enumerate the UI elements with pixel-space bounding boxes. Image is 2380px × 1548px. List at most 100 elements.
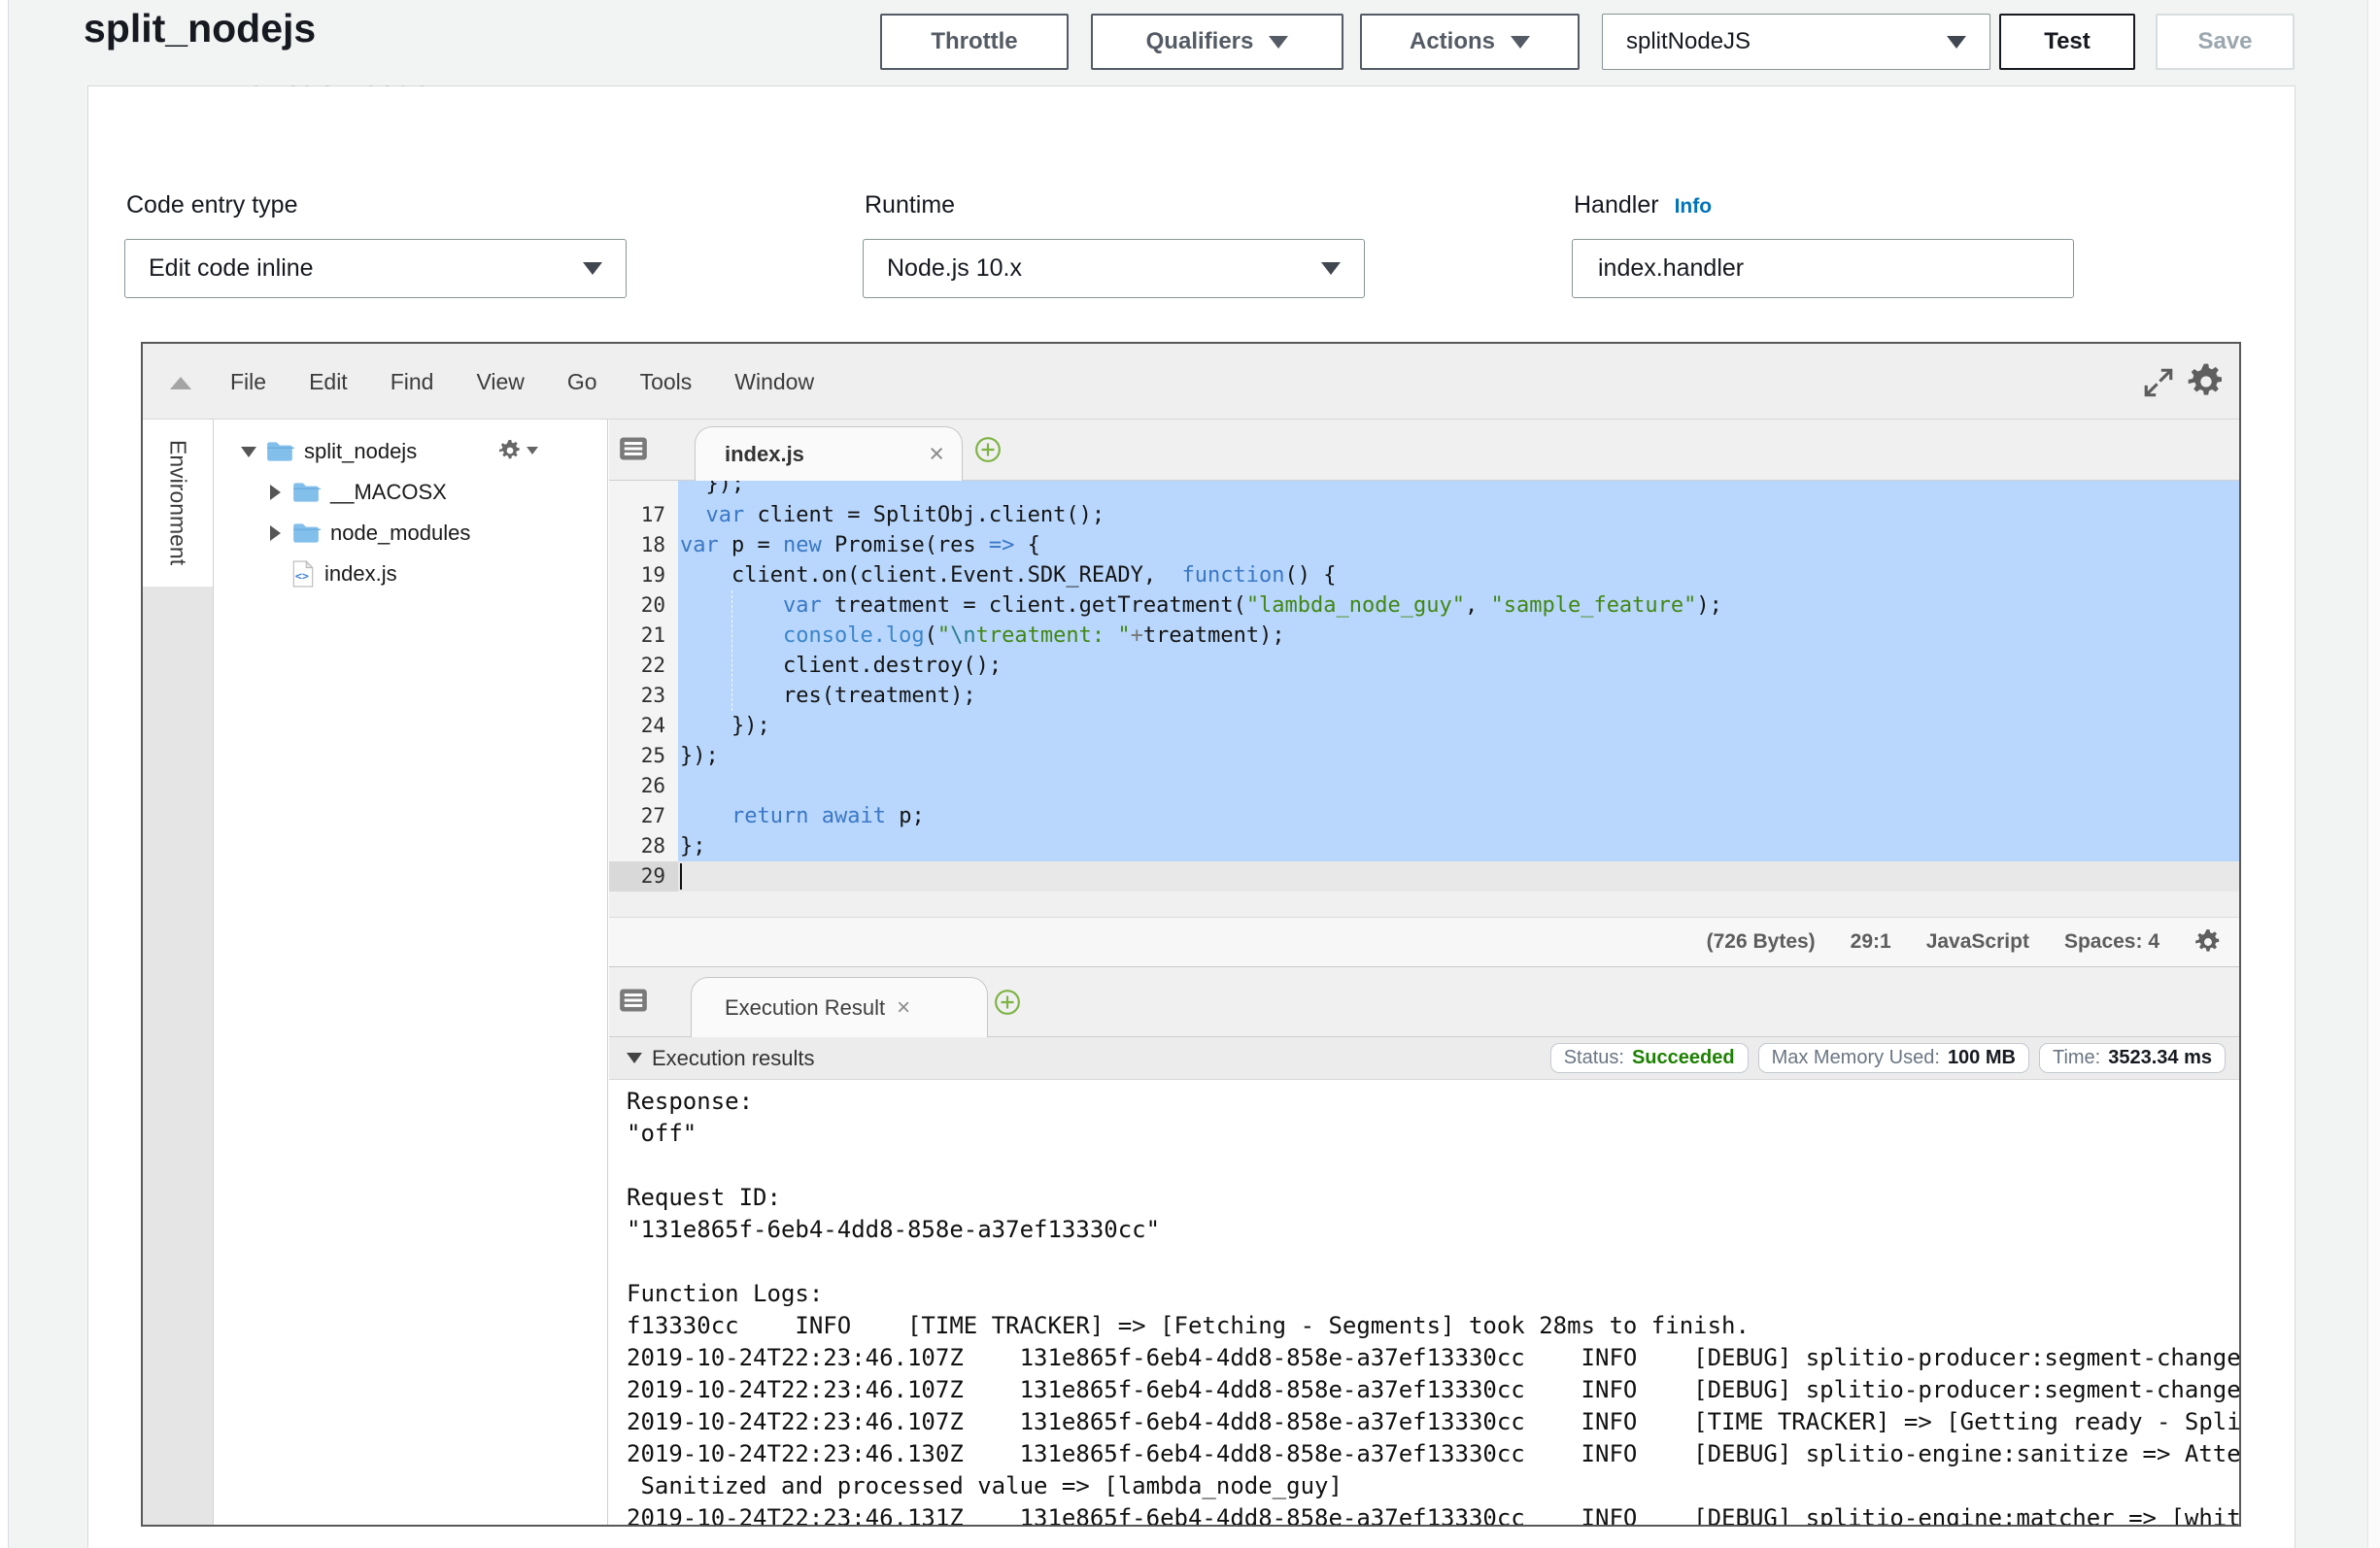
code-entry-type-select[interactable]: Edit code inline [124, 239, 627, 298]
close-icon[interactable]: × [897, 996, 910, 1020]
menu-item-window[interactable]: Window [732, 369, 816, 395]
tree-item-split-nodejs[interactable]: split_nodejs [215, 431, 607, 472]
test-button[interactable]: Test [1999, 14, 2135, 70]
code-line-18[interactable]: 18var p = new Promise(res => { [609, 530, 2239, 560]
line-number: 26 [609, 771, 678, 801]
code-line-content: client.destroy(); [678, 651, 2239, 681]
menu-item-view[interactable]: View [474, 369, 526, 395]
new-tab-icon[interactable] [974, 436, 1002, 463]
qualifiers-label: Qualifiers [1146, 28, 1254, 55]
code-line-content: }; [678, 831, 2239, 861]
editor-statusbar: (726 Bytes) 29:1 JavaScript Spaces: 4 [609, 917, 2239, 966]
runtime-value: Node.js 10.x [887, 254, 1022, 283]
code-line-23[interactable]: 23 res(treatment); [609, 681, 2239, 711]
code-line-content: var p = new Promise(res => { [678, 530, 2239, 560]
menu-item-edit[interactable]: Edit [307, 369, 350, 395]
test-label: Test [2044, 28, 2091, 55]
svg-text:<>: <> [295, 569, 309, 583]
language-mode[interactable]: JavaScript [1926, 930, 2029, 954]
throttle-button[interactable]: Throttle [880, 14, 1069, 70]
handler-field-box [1572, 239, 2074, 298]
indentation-setting[interactable]: Spaces: 4 [2064, 930, 2159, 954]
line-number: 21 [609, 621, 678, 651]
code-line-20[interactable]: 20 var treatment = client.getTreatment("… [609, 590, 2239, 621]
runtime-select[interactable]: Node.js 10.x [863, 239, 1365, 298]
code-line-29[interactable]: 29 [609, 861, 2239, 892]
badge-time-: Time:3523.34 ms [2039, 1043, 2226, 1073]
page-scrollbar-track[interactable] [2367, 0, 2380, 1548]
code-line-22[interactable]: 22 client.destroy(); [609, 651, 2239, 681]
cloud9-editor: File Edit Find View Go Tools Window Environmen… [141, 342, 2241, 1527]
environment-tab-label: Environment [165, 440, 191, 565]
qualifiers-button[interactable]: Qualifiers [1091, 14, 1343, 70]
text-cursor [680, 863, 682, 890]
line-number: 22 [609, 651, 678, 681]
results-tabbar: Execution Result × [609, 966, 2239, 1037]
fullscreen-icon[interactable] [2142, 366, 2175, 399]
tab-index-js[interactable]: index.js × [695, 426, 963, 481]
log-line: Response: [627, 1086, 2239, 1118]
menu-item-find[interactable]: Find [389, 369, 436, 395]
test-event-select[interactable]: splitNodeJS [1602, 14, 1990, 70]
code-line-24[interactable]: 24 }); [609, 711, 2239, 741]
result-badges: Status:SucceededMax Memory Used:100 MBTi… [1550, 1043, 2226, 1073]
line-number: 18 [609, 530, 678, 560]
log-line [627, 1246, 2239, 1278]
log-line: f13330cc INFO [TIME TRACKER] => [Fetchin… [627, 1310, 2239, 1342]
handler-info-link[interactable]: Info [1675, 195, 1712, 219]
new-tab-icon[interactable] [994, 989, 1021, 1016]
execution-results-output[interactable]: Response:"off" Request ID:"131e865f-6eb4… [609, 1080, 2239, 1525]
code-editor-area[interactable]: }); 17 var client = SplitObj.client();18v… [609, 481, 2239, 917]
actions-button[interactable]: Actions [1360, 14, 1580, 70]
chevron-open-icon[interactable] [240, 443, 257, 460]
runtime-label: Runtime [865, 191, 955, 219]
line-number: 29 [609, 861, 678, 892]
tab-list-icon[interactable] [619, 988, 648, 1013]
code-line-26[interactable]: 26 [609, 771, 2239, 801]
menu-item-tools[interactable]: Tools [638, 369, 695, 395]
tab-execution-result[interactable]: Execution Result × [691, 977, 988, 1038]
save-button[interactable]: Save [2156, 14, 2295, 70]
statusbar-gear-icon[interactable] [2194, 928, 2222, 956]
code-line-content: return await p; [678, 801, 2239, 831]
code-line-content: res(treatment); [678, 681, 2239, 711]
execution-results-header: Execution results Status:SucceededMax Me… [609, 1037, 2239, 1080]
execution-results-title: Execution results [652, 1046, 815, 1071]
menu-item-go[interactable]: Go [565, 369, 599, 395]
close-icon[interactable]: × [929, 441, 944, 467]
code-line-27[interactable]: 27 return await p; [609, 801, 2239, 831]
folder-settings-gear-icon[interactable] [498, 439, 538, 462]
handler-label: Handler Info [1574, 191, 1712, 219]
code-line-content: var client = SplitObj.client(); [678, 500, 2239, 530]
handler-input[interactable] [1596, 253, 2050, 284]
code-area-filler [609, 892, 2239, 917]
code-line-28[interactable]: 28}; [609, 831, 2239, 861]
test-event-value: splitNodeJS [1626, 28, 1751, 55]
tree-item-node-modules[interactable]: node_modules [215, 513, 607, 554]
editor-menubar: File Edit Find View Go Tools Window [143, 344, 2239, 420]
code-line-19[interactable]: 19 client.on(client.Event.SDK_READY, fun… [609, 560, 2239, 590]
log-line: 2019-10-24T22:23:46.107Z 131e865f-6eb4-4… [627, 1342, 2239, 1374]
code-line-17[interactable]: 17 var client = SplitObj.client(); [609, 500, 2239, 530]
chevron-down-icon [1511, 36, 1530, 49]
code-line-content: }); [678, 741, 2239, 771]
tab-list-icon[interactable] [619, 436, 648, 461]
chevron-down-icon [1321, 262, 1341, 275]
tree-item-index-js[interactable]: <>index.js [215, 554, 607, 594]
code-line-25[interactable]: 25}); [609, 741, 2239, 771]
collapse-results-icon[interactable] [627, 1053, 642, 1063]
menu-item-file[interactable]: File [228, 369, 268, 395]
environment-tab[interactable]: Environment [143, 420, 213, 587]
collapse-editor-icon[interactable] [170, 377, 191, 389]
log-line: "off" [627, 1118, 2239, 1150]
chevron-closed-icon[interactable] [266, 524, 284, 542]
log-line: Sanitized and processed value => [lambda… [627, 1470, 2239, 1502]
js-file-icon: <> [291, 560, 315, 588]
chevron-closed-icon[interactable] [266, 484, 284, 501]
tree-item-label: node_modules [330, 521, 470, 546]
tree-item--macosx[interactable]: __MACOSX [215, 472, 607, 513]
code-line-content: console.log("\ntreatment: "+treatment); [678, 621, 2239, 651]
editor-settings-gear-icon[interactable] [2187, 362, 2226, 401]
code-line-21[interactable]: 21 console.log("\ntreatment: "+treatment… [609, 621, 2239, 651]
page-title: split_nodejs [84, 6, 316, 51]
